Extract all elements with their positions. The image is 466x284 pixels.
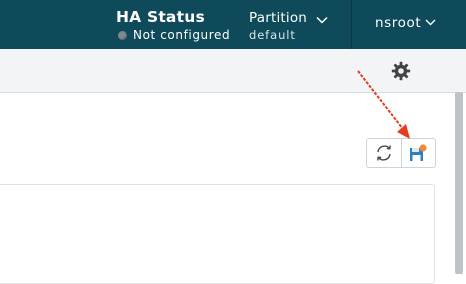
refresh-button[interactable]: [367, 139, 401, 167]
partition-value: default: [249, 28, 296, 42]
partition-menu[interactable]: Partition default: [249, 9, 307, 42]
partition-title: Partition: [249, 10, 308, 26]
refresh-icon: [377, 145, 391, 161]
action-button-group: [366, 138, 436, 168]
ha-status-title: HA Status: [116, 8, 205, 26]
status-dot-icon: [118, 30, 127, 40]
chevron-down-icon[interactable]: [316, 16, 328, 24]
save-icon: [410, 144, 427, 161]
top-navigation-bar: HA Status Not configured Partition defau…: [0, 0, 466, 49]
content-panel: [0, 184, 435, 284]
gear-icon[interactable]: [391, 61, 411, 81]
header-divider: [351, 0, 352, 49]
ha-status-menu[interactable]: HA Status Not configured: [116, 7, 230, 42]
chevron-down-icon[interactable]: [425, 19, 436, 26]
save-configuration-button[interactable]: [402, 139, 435, 167]
vertical-scrollbar[interactable]: [455, 92, 463, 274]
user-menu-label[interactable]: nsroot: [375, 15, 421, 31]
unsaved-changes-badge: [419, 144, 427, 152]
ha-status-value: Not configured: [133, 28, 231, 42]
